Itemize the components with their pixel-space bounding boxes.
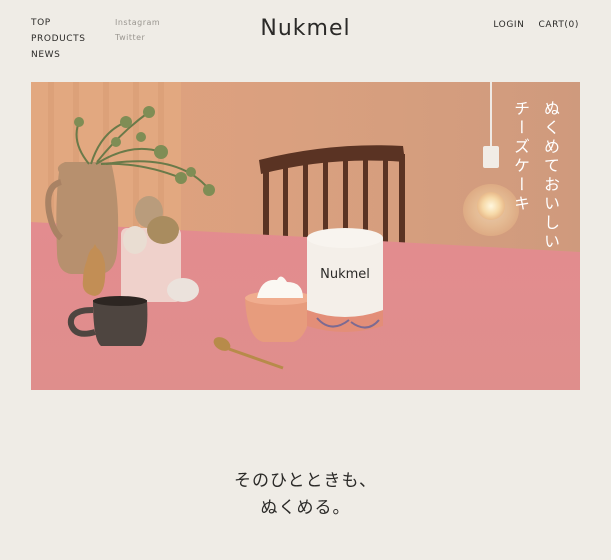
hero-image: Nukmel ぬくめておいしい チーズケーキ bbox=[31, 82, 580, 390]
nav-link-news[interactable]: NEWS bbox=[31, 50, 86, 60]
pitcher bbox=[45, 162, 119, 274]
product-package: Nukmel bbox=[307, 228, 383, 332]
account-navigation: LOGIN CART(0) bbox=[493, 20, 579, 30]
hero-tagline-line2: チーズケーキ bbox=[511, 100, 530, 214]
login-link[interactable]: LOGIN bbox=[493, 20, 524, 30]
egg bbox=[167, 278, 199, 302]
hero-tagline-line1: ぬくめておいしい bbox=[541, 100, 560, 252]
hero-tagline: ぬくめておいしい チーズケーキ bbox=[508, 100, 562, 252]
package-brand-text: Nukmel bbox=[320, 267, 370, 282]
main-tagline-line2: ぬくめる。 bbox=[260, 498, 351, 518]
main-tagline-line1: そのひとときも、 bbox=[234, 471, 377, 491]
cart-link[interactable]: CART(0) bbox=[539, 20, 580, 30]
main-tagline: そのひとときも、 ぬくめる。 bbox=[0, 468, 611, 522]
hero-illustration: Nukmel bbox=[31, 82, 580, 390]
